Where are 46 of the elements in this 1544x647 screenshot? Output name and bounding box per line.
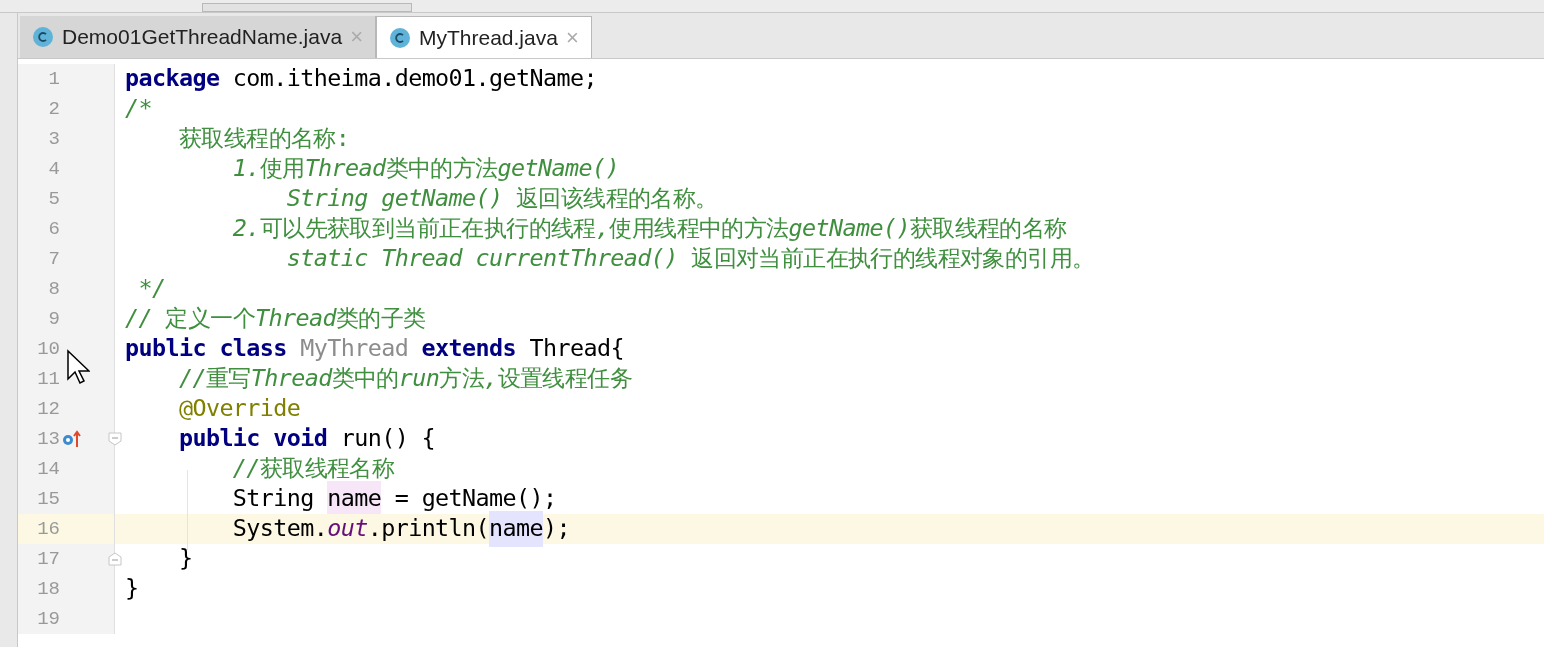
line-number: 19 <box>36 606 61 632</box>
line-number: 6 <box>47 216 61 242</box>
line-number: 4 <box>47 156 61 182</box>
line-number: 15 <box>36 486 61 512</box>
line-number: 7 <box>47 246 61 272</box>
code-line: */ <box>137 274 166 304</box>
line-number: 13 <box>36 426 61 452</box>
code-line: //重写Thread类中的run方法,设置线程任务 <box>177 364 632 394</box>
line-number: 11 <box>36 366 61 392</box>
code-line: /* <box>124 94 152 124</box>
code-line: } <box>124 574 139 604</box>
code-line: static Thread currentThread() 返回对当前正在执行的线程对象的引用。 <box>285 244 1095 274</box>
line-number: 12 <box>36 396 61 422</box>
fold-icon[interactable] <box>108 432 122 446</box>
code-line: //获取线程名称 <box>231 454 395 484</box>
code-line: public void run() { <box>177 424 436 454</box>
code-line: 1.使用Thread类中的方法getName() <box>231 154 619 184</box>
editor-tab[interactable]: MyThread.java × <box>376 16 592 58</box>
class-file-icon <box>389 26 411 49</box>
code-line: String getName() 返回该线程的名称。 <box>285 184 718 214</box>
line-number: 10 <box>36 336 61 362</box>
code-line: @Override <box>177 394 301 424</box>
line-number: 1 <box>47 66 61 92</box>
code-line: 2.可以先获取到当前正在执行的线程,使用线程中的方法getName()获取线程的名称 <box>231 214 1067 244</box>
code-line: package com.itheima.demo01.getName; <box>124 64 597 94</box>
fold-icon[interactable] <box>108 552 122 566</box>
class-file-icon <box>32 26 54 48</box>
code-line: System.out.println(name); <box>115 514 570 544</box>
line-number: 3 <box>47 126 61 152</box>
line-number: 8 <box>47 276 61 302</box>
line-number: 16 <box>36 516 61 542</box>
line-number: 14 <box>36 456 61 482</box>
code-line: public class MyThread extends Thread{ <box>124 334 624 364</box>
line-number: 2 <box>47 96 61 122</box>
code-line: String name = getName(); <box>115 484 557 514</box>
line-number: 9 <box>47 306 61 332</box>
line-number: 18 <box>36 576 61 602</box>
override-marker-icon[interactable] <box>62 429 82 449</box>
line-number: 5 <box>47 186 61 212</box>
editor-tab[interactable]: Demo01GetThreadName.java × <box>20 16 376 58</box>
code-line: 获取线程的名称: <box>177 124 350 154</box>
code-line: // 定义一个Thread类的子类 <box>124 304 426 334</box>
tab-label: Demo01GetThreadName.java <box>62 24 343 51</box>
code-line: } <box>177 544 193 574</box>
tab-label: MyThread.java <box>419 24 558 51</box>
line-number: 17 <box>36 546 61 572</box>
